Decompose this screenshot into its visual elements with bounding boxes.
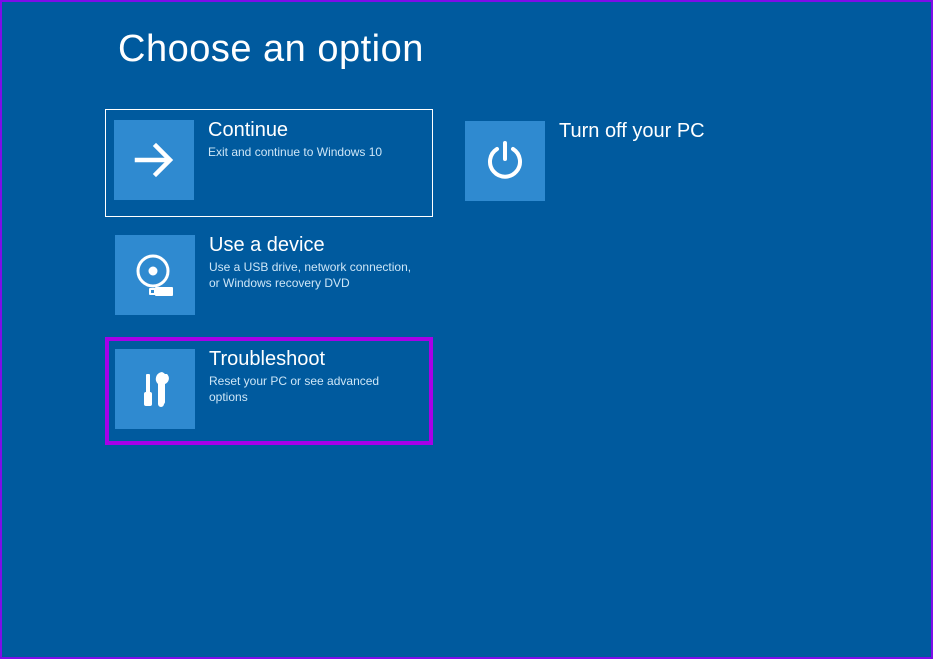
continue-desc: Exit and continue to Windows 10 [208,144,382,160]
tools-icon [115,349,195,429]
continue-title: Continue [208,118,382,142]
continue-text: Continue Exit and continue to Windows 10 [194,116,382,160]
turn-off-title: Turn off your PC [559,119,705,143]
troubleshoot-text: Troubleshoot Reset your PC or see advanc… [195,345,419,405]
turn-off-tile[interactable]: Turn off your PC [455,109,783,217]
power-icon [465,121,545,201]
options-grid: Continue Exit and continue to Windows 10… [105,109,783,445]
use-device-desc: Use a USB drive, network connection, or … [209,259,419,291]
disc-usb-icon [115,235,195,315]
troubleshoot-tile[interactable]: Troubleshoot Reset your PC or see advanc… [105,337,433,445]
arrow-right-icon [114,120,194,200]
use-device-text: Use a device Use a USB drive, network co… [195,231,419,291]
turn-off-text: Turn off your PC [545,117,705,145]
continue-tile[interactable]: Continue Exit and continue to Windows 10 [105,109,433,217]
use-device-tile[interactable]: Use a device Use a USB drive, network co… [105,223,433,331]
page-title: Choose an option [118,28,424,71]
use-device-title: Use a device [209,233,419,257]
troubleshoot-desc: Reset your PC or see advanced options [209,373,419,405]
troubleshoot-title: Troubleshoot [209,347,419,371]
